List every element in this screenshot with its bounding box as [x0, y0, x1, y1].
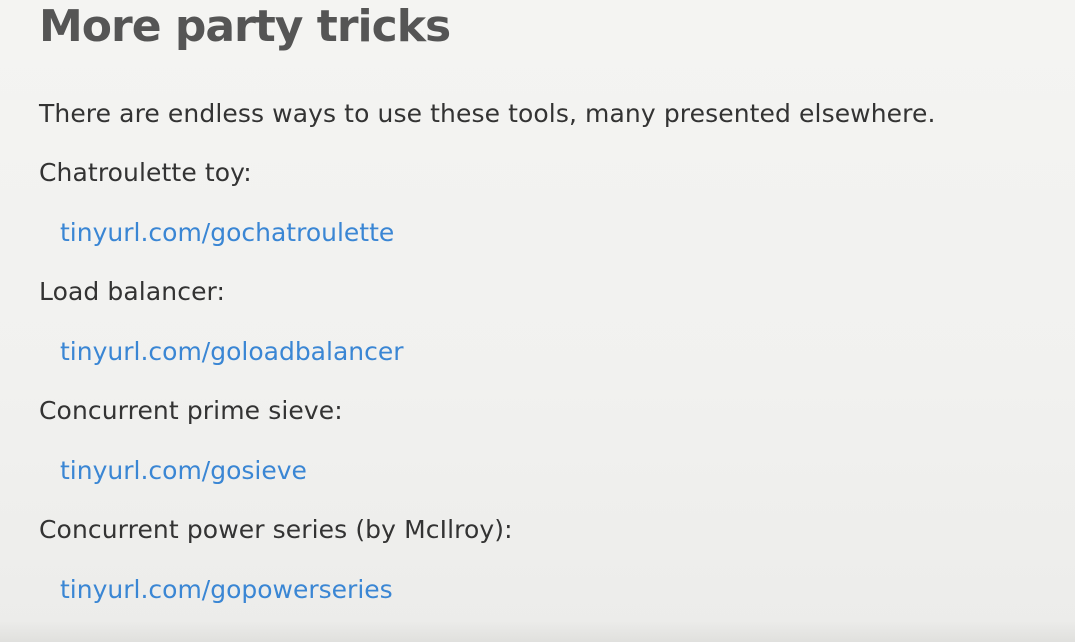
- slide: More party tricks There are endless ways…: [0, 0, 1075, 642]
- slide-title: More party tricks: [39, 1, 451, 52]
- intro-text: There are endless ways to use these tool…: [39, 99, 936, 128]
- item-label-load-balancer: Load balancer:: [39, 277, 226, 306]
- link-prime-sieve[interactable]: tinyurl.com/gosieve: [60, 455, 307, 487]
- link-chatroulette[interactable]: tinyurl.com/gochatroulette: [60, 217, 394, 249]
- bottom-shade: [0, 620, 1075, 642]
- item-label-power-series: Concurrent power series (by McIlroy):: [39, 515, 513, 544]
- link-load-balancer[interactable]: tinyurl.com/goloadbalancer: [60, 336, 404, 368]
- item-label-prime-sieve: Concurrent prime sieve:: [39, 396, 343, 425]
- link-power-series[interactable]: tinyurl.com/gopowerseries: [60, 574, 393, 606]
- item-label-chatroulette: Chatroulette toy:: [39, 158, 252, 187]
